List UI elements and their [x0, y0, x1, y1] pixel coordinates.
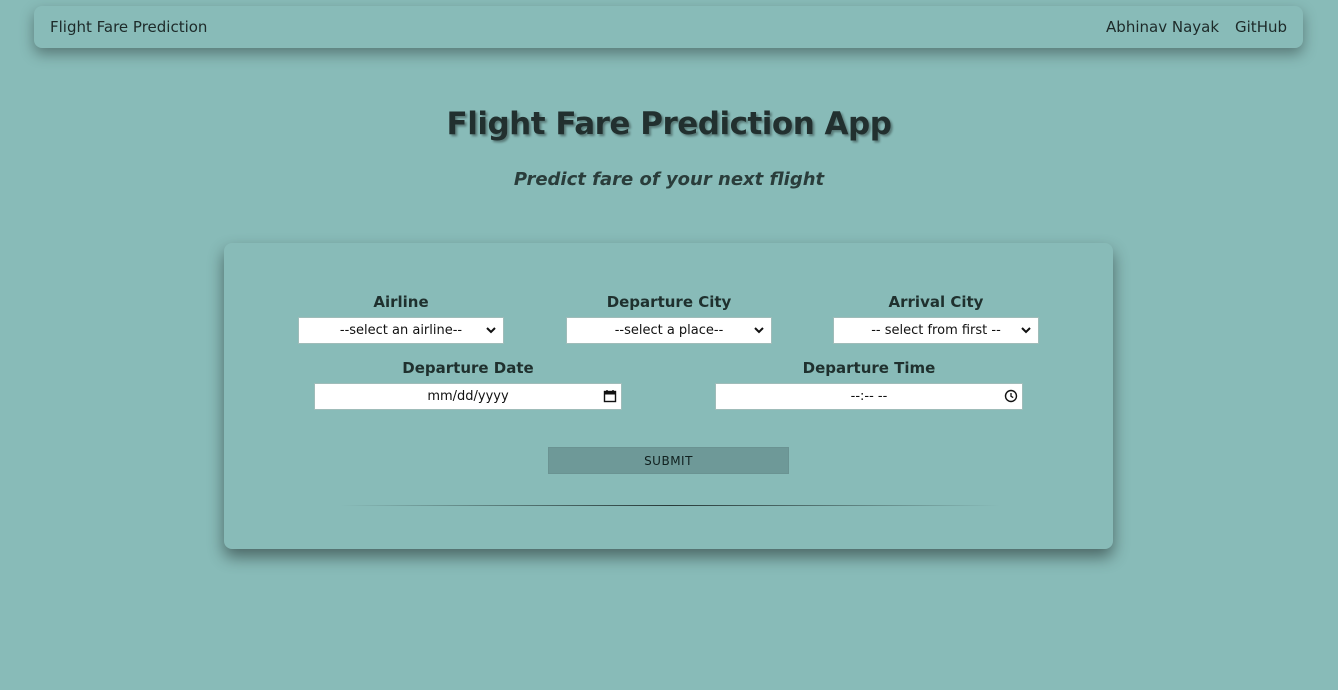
arrival-city-select-value: -- select from first -- [871, 323, 1001, 338]
departure-city-select-value: --select a place-- [614, 323, 724, 338]
nav-link-github[interactable]: GitHub [1235, 18, 1287, 36]
chevron-down-icon [754, 327, 764, 334]
departure-date-value: mm/dd/yyyy [427, 389, 509, 404]
departure-date-input[interactable]: mm/dd/yyyy [314, 383, 622, 410]
airline-select[interactable]: --select an airline-- [298, 317, 504, 344]
airline-field: Airline --select an airline-- [298, 293, 504, 344]
airline-select-value: --select an airline-- [339, 323, 463, 338]
page-title: Flight Fare Prediction App [446, 106, 892, 142]
departure-time-field: Departure Time --:-- -- [715, 359, 1023, 410]
arrival-city-field: Arrival City -- select from first -- [833, 293, 1039, 344]
calendar-icon[interactable] [603, 389, 617, 403]
departure-time-value: --:-- -- [850, 389, 888, 404]
clock-icon[interactable] [1004, 389, 1018, 403]
departure-city-label: Departure City [606, 293, 732, 311]
departure-city-select[interactable]: --select a place-- [566, 317, 772, 344]
arrival-city-label: Arrival City [888, 293, 984, 311]
page-subtitle: Predict fare of your next flight [513, 169, 825, 190]
submit-button[interactable]: SUBMIT [548, 447, 789, 474]
nav-link-author[interactable]: Abhinav Nayak [1106, 18, 1219, 36]
departure-date-field: Departure Date mm/dd/yyyy [314, 359, 622, 410]
chevron-down-icon [1021, 327, 1031, 334]
nav-links: Abhinav Nayak GitHub [1106, 18, 1287, 36]
departure-time-label: Departure Time [802, 359, 936, 377]
chevron-down-icon [486, 327, 496, 334]
departure-city-field: Departure City --select a place-- [566, 293, 772, 344]
departure-date-label: Departure Date [402, 359, 534, 377]
divider [340, 505, 1000, 506]
arrival-city-select[interactable]: -- select from first -- [833, 317, 1039, 344]
prediction-form-card: Airline --select an airline-- Departure … [224, 243, 1113, 549]
airline-label: Airline [373, 293, 429, 311]
brand-link[interactable]: Flight Fare Prediction [50, 18, 207, 36]
departure-time-input[interactable]: --:-- -- [715, 383, 1023, 410]
navbar: Flight Fare Prediction Abhinav Nayak Git… [34, 6, 1303, 48]
